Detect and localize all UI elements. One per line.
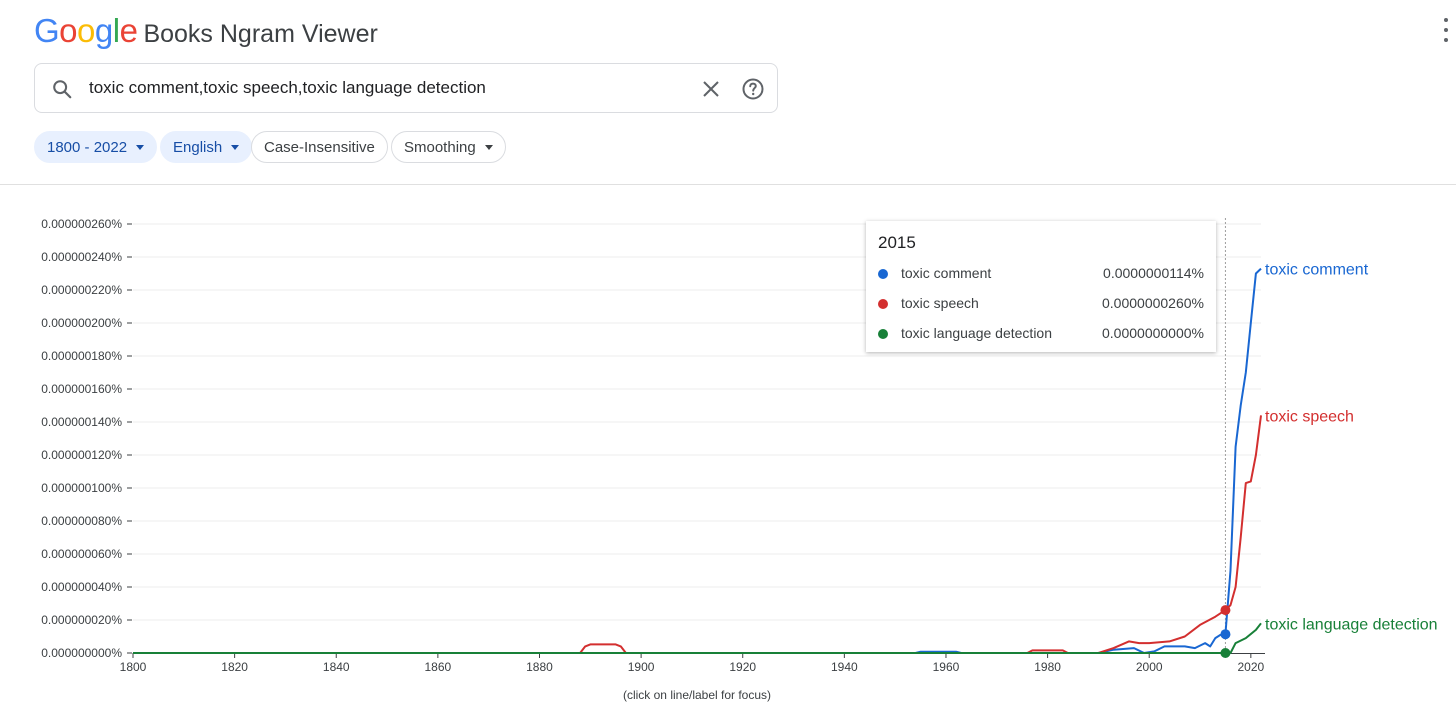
y-tick-label: 0.000000260% (41, 217, 122, 231)
search-box (34, 63, 778, 113)
x-tick-label: 1960 (933, 660, 960, 674)
x-tick-label: 1980 (1034, 660, 1061, 674)
logo-letter: g (94, 12, 113, 49)
tooltip-series-name: toxic speech (901, 295, 979, 311)
y-tick-label: 0.000000180% (41, 349, 122, 363)
x-tick-label: 2020 (1237, 660, 1264, 674)
y-tick-label: 0.000000000% (41, 646, 122, 660)
caret-down-icon (136, 144, 145, 150)
logo-letter: o (77, 12, 95, 49)
y-tick-label: 0.000000040% (41, 580, 122, 594)
series-label[interactable]: toxic language detection (1265, 616, 1438, 633)
logo-letter: o (59, 12, 78, 49)
series-line-toxic-language-detection[interactable] (133, 622, 1262, 654)
case-insensitive-toggle[interactable]: Case-Insensitive (251, 131, 388, 163)
x-tick-label: 1800 (120, 660, 147, 674)
tooltip-series-name: toxic comment (901, 265, 992, 281)
y-tick-label: 0.000000240% (41, 250, 122, 264)
y-tick-label: 0.000000060% (41, 547, 122, 561)
tooltip-year: 2015 (878, 233, 916, 252)
search-icon[interactable] (51, 78, 73, 100)
y-tick-label: 0.000000200% (41, 316, 122, 330)
focus-marker (1220, 648, 1231, 658)
logo-letter: l (112, 12, 120, 49)
tooltip-row: toxic speech 0.0000000260% (878, 295, 1204, 315)
y-tick-label: 0.000000160% (41, 382, 122, 396)
tooltip-series-name: toxic language detection (901, 325, 1052, 341)
corpus-dropdown[interactable]: English (160, 131, 253, 163)
focus-tooltip: 2015 toxic comment 0.0000000114% toxic s… (866, 221, 1216, 352)
app-title: Books Ngram Viewer (143, 20, 378, 48)
series-label[interactable]: toxic comment (1265, 262, 1369, 279)
y-tick-label: 0.000000140% (41, 415, 122, 429)
y-tick-label: 0.000000220% (41, 283, 122, 297)
x-tick-label: 1920 (729, 660, 756, 674)
focus-marker (1220, 605, 1231, 616)
close-icon[interactable] (699, 77, 723, 101)
more-vert-icon[interactable] (1442, 18, 1450, 42)
year-range-dropdown[interactable]: 1800 - 2022 (34, 131, 158, 163)
focus-marker (1220, 629, 1231, 640)
y-tick-label: 0.000000120% (41, 448, 122, 462)
series-dot (878, 299, 888, 309)
year-range-label: 1800 - 2022 (47, 138, 128, 156)
series-dot (878, 329, 888, 339)
tooltip-series-value: 0.0000000000% (1102, 325, 1204, 341)
x-tick-label: 2000 (1136, 660, 1163, 674)
x-tick-label: 1860 (425, 660, 452, 674)
tooltip-row: toxic comment 0.0000000114% (878, 265, 1204, 285)
x-tick-label: 1840 (323, 660, 350, 674)
tooltip-row: toxic language detection 0.0000000000% (878, 325, 1204, 345)
x-tick-label: 1940 (831, 660, 858, 674)
logo-letter: G (34, 12, 60, 49)
y-tick-label: 0.000000080% (41, 514, 122, 528)
search-input[interactable] (89, 74, 669, 102)
x-tick-label: 1820 (221, 660, 248, 674)
google-logo[interactable]: Google Books Ngram Viewer (34, 12, 378, 50)
header-divider (0, 184, 1456, 185)
logo-letter: e (119, 12, 138, 49)
x-tick-label: 1880 (526, 660, 553, 674)
tooltip-series-value: 0.0000000260% (1102, 295, 1204, 311)
case-label: Case-Insensitive (264, 138, 375, 156)
x-tick-label: 1900 (628, 660, 655, 674)
series-label[interactable]: toxic speech (1265, 408, 1354, 425)
chart-footnote: (click on line/label for focus) (622, 688, 772, 702)
smoothing-dropdown[interactable]: Smoothing (391, 131, 506, 163)
tooltip-series-value: 0.0000000114% (1103, 265, 1204, 281)
caret-down-icon (231, 144, 240, 150)
smoothing-label: Smoothing (404, 138, 476, 156)
y-tick-label: 0.000000100% (41, 481, 122, 495)
caret-down-icon (484, 144, 493, 150)
ngram-chart[interactable]: 0.000000000% 0.000000020% 0.000000040% 0.00… (0, 200, 1456, 685)
corpus-label: English (173, 138, 223, 156)
series-dot (878, 269, 888, 279)
google-wordmark: Google (34, 12, 138, 50)
y-tick-label: 0.000000020% (41, 613, 122, 627)
series-line-toxic-speech[interactable] (133, 415, 1262, 654)
help-icon[interactable] (741, 77, 765, 101)
